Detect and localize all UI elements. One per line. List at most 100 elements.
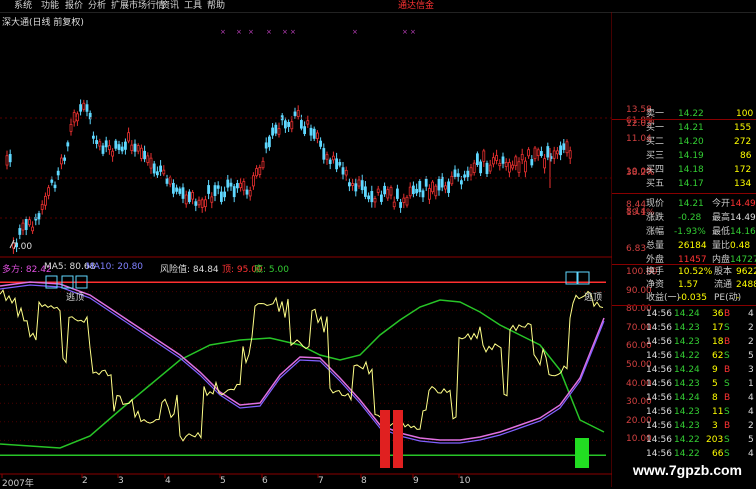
candle-body <box>335 158 339 170</box>
candle-body <box>424 178 428 187</box>
stat-label: 现价 <box>646 199 665 209</box>
stat-value: 0.48 <box>730 241 751 251</box>
candle-body <box>37 213 41 220</box>
candle-body <box>524 160 527 173</box>
candle-body <box>475 153 479 166</box>
candle-body <box>258 167 262 175</box>
bid-price: 14.17 <box>678 179 704 189</box>
bid-label: 买三 <box>646 151 665 161</box>
candle-body <box>82 102 86 110</box>
bid-volume: 86 <box>740 151 752 161</box>
candle-body <box>402 197 406 203</box>
candle-body <box>255 168 259 177</box>
candle-body <box>418 181 422 193</box>
tick-row: 14:56 14.23 11 S 4 <box>612 406 756 418</box>
candle-body <box>27 219 31 226</box>
candle-body <box>210 196 214 203</box>
candle-body <box>299 120 303 129</box>
candle-body <box>155 171 159 176</box>
tick-volume: 18 <box>712 337 724 347</box>
candle-body <box>261 160 265 169</box>
candle-body <box>108 145 111 151</box>
candle-body <box>235 183 239 189</box>
candle-body <box>200 199 204 208</box>
candle-body <box>511 164 515 169</box>
stat-value: - <box>736 293 740 303</box>
candle-body <box>229 182 233 187</box>
stat-label: 今开 <box>712 199 731 209</box>
candle-body <box>559 145 562 156</box>
tick-count: 4 <box>748 393 754 403</box>
candle-body <box>251 175 255 187</box>
candle-body <box>303 126 307 135</box>
tick-side: B <box>724 421 731 431</box>
candle-body <box>546 146 550 158</box>
candle-body <box>443 185 447 190</box>
candle-body <box>520 154 524 161</box>
candle-body <box>245 189 249 195</box>
tick-count: 2 <box>748 421 754 431</box>
candle-body <box>175 187 179 192</box>
candle-body <box>437 179 441 191</box>
tick-price: 14.23 <box>674 379 700 389</box>
stat-value: -1.93% <box>674 227 706 237</box>
candle-body <box>485 162 489 175</box>
candle-body <box>363 186 367 197</box>
quote-separator <box>612 193 756 194</box>
candle-body <box>325 154 329 160</box>
stat-label: 收益(一) <box>646 293 681 303</box>
stat-value: 14.49 <box>730 213 756 223</box>
candle-body <box>293 111 297 116</box>
ma10-line-series <box>0 284 605 444</box>
main-chart[interactable]: × × × × × × × × × <box>0 0 612 487</box>
tick-time: 14:56 <box>646 379 672 389</box>
escape-top-annotation: 逃顶 <box>584 293 603 303</box>
tick-price: 14.24 <box>674 309 700 319</box>
candle-body <box>31 226 35 232</box>
tick-row: 14:56 14.24 8 B 4 <box>612 392 756 404</box>
candle-body <box>111 150 114 157</box>
candle-body <box>556 150 559 155</box>
tick-row: 14:56 14.24 36 B 4 <box>612 308 756 320</box>
candle-body <box>44 195 47 206</box>
candle-body <box>357 179 361 187</box>
tick-side: S <box>724 435 730 445</box>
candle-body <box>181 187 185 199</box>
stat-label: 净资 <box>646 280 665 290</box>
bid-price: 14.19 <box>678 151 704 161</box>
stat-value: 2488万 <box>736 280 756 290</box>
candle-body <box>76 113 79 122</box>
tick-price: 14.22 <box>674 435 700 445</box>
candlestick-series <box>5 99 572 254</box>
candle-body <box>450 175 454 185</box>
candle-body <box>114 140 118 149</box>
candle-body <box>322 148 326 160</box>
stat-value: 9622万 <box>736 267 756 277</box>
tick-time: 14:56 <box>646 337 672 347</box>
stat-value: 14.21 <box>678 199 704 209</box>
candle-body <box>389 187 393 196</box>
stat-label: 量比 <box>712 241 731 251</box>
candle-body <box>92 135 95 139</box>
tick-volume: 5 <box>712 379 718 389</box>
candle-body <box>379 194 383 202</box>
candle-body <box>72 112 76 123</box>
date-tick-label: 5 <box>220 476 226 486</box>
signal-marker: × <box>290 28 296 36</box>
candle-body <box>315 132 319 139</box>
tick-volume: 36 <box>712 309 724 319</box>
indicator-panel <box>0 271 606 468</box>
candle-body <box>165 178 169 184</box>
candle-body <box>287 122 291 127</box>
candle-body <box>178 188 182 194</box>
candle-body <box>283 120 287 129</box>
candle-body <box>517 161 521 173</box>
signal-marker: × <box>282 28 288 36</box>
tick-time: 14:56 <box>646 393 672 403</box>
candle-body <box>47 187 50 196</box>
tick-count: 2 <box>748 337 754 347</box>
tick-row: 14:56 14.22 62 S 5 <box>612 350 756 362</box>
candle-body <box>447 181 451 193</box>
bid-volume: 172 <box>734 165 752 175</box>
candle-body <box>85 104 89 112</box>
